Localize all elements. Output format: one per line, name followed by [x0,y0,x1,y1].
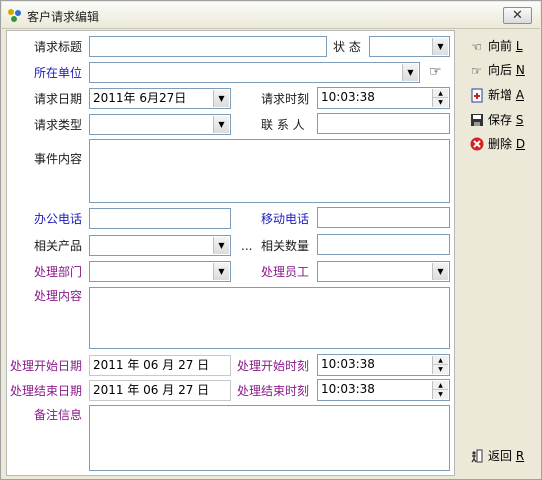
related-quantity-input[interactable] [317,234,450,255]
time-spinner[interactable]: ▲ ▼ [432,89,448,107]
note-label: 备注信息 [34,408,83,422]
back-hotkey: R [515,449,525,463]
end-date-input[interactable]: 2011 年 06 月 27 日 [89,380,231,401]
request-title-label: 请求标题 [34,40,83,54]
next-label: 向后 [488,63,516,77]
hand-right-icon: ☞ [471,63,482,78]
product-ellipsis-button[interactable]: ... [241,238,252,254]
handling-content-textarea[interactable] [89,287,450,349]
request-type-label: 请求类型 [34,118,83,132]
exit-door-icon [468,449,485,465]
delete-button[interactable]: 删除 D [468,134,538,154]
prev-button[interactable]: ☜ 向前 L [468,36,538,56]
handling-dept-select[interactable]: ▼ [89,261,231,282]
new-document-icon [468,88,485,104]
save-disk-icon [468,113,485,129]
request-time-value: 10:03:38 [321,90,375,104]
chevron-down-icon[interactable]: ▼ [432,38,448,55]
save-label: 保存 [488,113,516,127]
mobile-phone-input[interactable] [317,207,450,228]
next-button[interactable]: ☞ 向后 N [468,60,538,80]
chevron-down-icon[interactable]: ▼ [213,263,229,280]
note-textarea[interactable] [89,405,450,471]
customer-request-window: 客户请求编辑 ✕ 请求标题 状 态 ▼ 所在单位 ▼ ☞ 请求日期 2011年 … [0,0,542,480]
handling-content-label: 处理内容 [34,289,83,303]
prev-hotkey: L [515,39,523,53]
end-date-label: 处理结束日期 [10,384,83,398]
delete-label: 删除 [488,137,516,151]
save-button[interactable]: 保存 S [468,110,538,130]
request-date-picker[interactable]: 2011年 6月27日 ▼ [89,88,231,109]
pointing-hand-icon[interactable]: ☞ [429,64,442,80]
end-time-input[interactable]: 10:03:38 ▲ ▼ [317,379,450,401]
request-date-value: 2011年 6月27日 [93,91,187,105]
status-select[interactable]: ▼ [369,36,450,57]
request-type-select[interactable]: ▼ [89,114,231,135]
start-time-value: 10:03:38 [321,357,375,371]
end-time-value: 10:03:38 [321,382,375,396]
spin-down-icon[interactable]: ▼ [433,365,448,374]
event-content-label: 事件内容 [34,152,83,166]
unit-label: 所在单位 [34,66,83,80]
request-form: 请求标题 状 态 ▼ 所在单位 ▼ ☞ 请求日期 2011年 6月27日 ▼ 请求… [6,30,455,476]
chevron-down-icon[interactable]: ▼ [402,64,418,81]
app-icon [8,9,21,22]
window-title: 客户请求编辑 [27,10,100,24]
spin-up-icon[interactable]: ▲ [433,89,448,98]
save-hotkey: S [515,113,524,127]
spin-up-icon[interactable]: ▲ [433,356,448,365]
chevron-down-icon[interactable]: ▼ [213,237,229,254]
unit-select[interactable]: ▼ [89,62,420,83]
contact-input[interactable] [317,113,450,134]
handling-staff-label: 处理员工 [261,265,310,279]
start-date-label: 处理开始日期 [10,359,83,373]
event-content-textarea[interactable] [89,139,450,203]
related-product-select[interactable]: ▼ [89,235,231,256]
spin-up-icon[interactable]: ▲ [433,381,448,390]
handling-dept-label: 处理部门 [34,265,83,279]
spin-down-icon[interactable]: ▼ [433,390,448,399]
related-quantity-label: 相关数量 [261,239,310,253]
related-product-label: 相关产品 [34,239,83,253]
mobile-phone-label: 移动电话 [261,212,310,226]
hand-left-icon: ☜ [471,39,482,54]
office-phone-input[interactable] [89,208,231,229]
request-title-input[interactable] [89,36,327,57]
end-time-label: 处理结束时刻 [237,384,310,398]
add-label: 新增 [488,88,516,102]
time-spinner[interactable]: ▲ ▼ [432,356,448,374]
delete-x-icon [468,137,485,153]
back-label: 返回 [488,449,516,463]
request-time-label: 请求时刻 [261,92,310,106]
back-button[interactable]: 返回 R [468,446,538,466]
request-date-label: 请求日期 [34,92,83,106]
chevron-down-icon[interactable]: ▼ [432,263,448,280]
chevron-down-icon[interactable]: ▼ [213,116,229,133]
time-spinner[interactable]: ▲ ▼ [432,381,448,399]
request-time-input[interactable]: 10:03:38 ▲ ▼ [317,87,450,109]
handling-staff-select[interactable]: ▼ [317,261,450,282]
chevron-down-icon[interactable]: ▼ [213,90,229,107]
contact-label: 联 系 人 [261,118,305,132]
end-date-value: 2011 年 06 月 27 日 [93,383,210,397]
start-date-input[interactable]: 2011 年 06 月 27 日 [89,355,231,376]
title-bar: 客户请求编辑 ✕ [2,2,540,29]
add-hotkey: A [515,88,525,102]
status-label: 状 态 [333,40,361,54]
close-icon[interactable]: ✕ [503,7,532,24]
prev-label: 向前 [488,39,516,53]
spin-down-icon[interactable]: ▼ [433,98,448,107]
start-time-label: 处理开始时刻 [237,359,310,373]
add-button[interactable]: 新增 A [468,85,538,105]
action-sidebar: ☜ 向前 L ☞ 向后 N 新增 A 保存 S 删除 D 返回 R [456,30,540,476]
start-time-input[interactable]: 10:03:38 ▲ ▼ [317,354,450,376]
start-date-value: 2011 年 06 月 27 日 [93,358,210,372]
office-phone-label: 办公电话 [34,212,83,226]
delete-hotkey: D [515,137,526,151]
next-hotkey: N [515,63,525,77]
